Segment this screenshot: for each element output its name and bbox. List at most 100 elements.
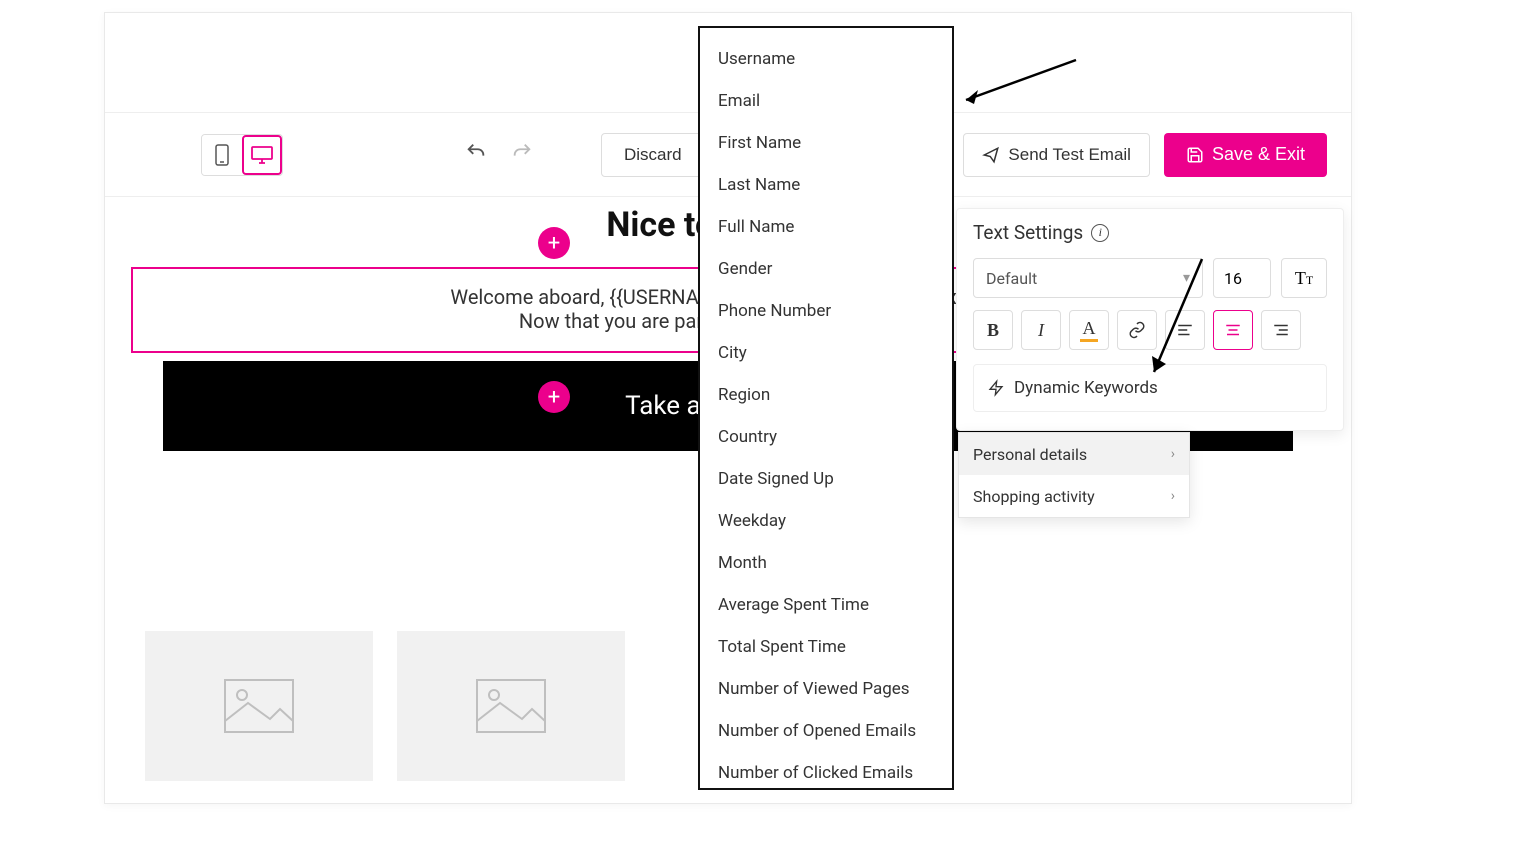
text-color-icon: A xyxy=(1083,319,1096,337)
flyout-item-shopping-activity[interactable]: Shopping activity › xyxy=(959,475,1189,517)
undo-button[interactable] xyxy=(465,141,487,169)
undo-redo-group xyxy=(465,141,533,169)
flyout-item-label: Personal details xyxy=(973,445,1087,464)
keyword-item[interactable]: Date Signed Up xyxy=(700,458,952,500)
image-placeholder[interactable] xyxy=(397,631,625,781)
keyword-item[interactable]: Number of Opened Emails xyxy=(700,710,952,752)
keyword-item[interactable]: City xyxy=(700,332,952,374)
keyword-item[interactable]: Total Spent Time xyxy=(700,626,952,668)
keyword-label: Email xyxy=(718,91,760,111)
chevron-right-icon: › xyxy=(1171,488,1175,504)
settings-title: Text Settings i xyxy=(973,221,1327,244)
font-size-value: 16 xyxy=(1224,269,1242,288)
redo-icon xyxy=(511,141,533,163)
plus-icon: + xyxy=(548,385,560,410)
keyword-label: Full Name xyxy=(718,217,794,237)
keywords-dropdown: Username Email First Name Last Name Full… xyxy=(698,26,954,790)
keyword-label: Total Spent Time xyxy=(718,637,846,657)
plus-icon: + xyxy=(548,231,560,256)
font-family-value: Default xyxy=(986,269,1037,288)
font-row: Default ▾ 16 TT xyxy=(973,258,1327,298)
keyword-label: Country xyxy=(718,427,777,447)
keyword-label: Month xyxy=(718,553,767,573)
keyword-item[interactable]: Username xyxy=(700,38,952,80)
font-family-select[interactable]: Default ▾ xyxy=(973,258,1203,298)
color-bar xyxy=(1080,339,1098,342)
align-right-icon xyxy=(1272,321,1290,339)
image-placeholder[interactable] xyxy=(145,631,373,781)
image-icon xyxy=(224,679,294,733)
text-transform-button[interactable]: TT xyxy=(1281,258,1327,298)
keyword-label: Username xyxy=(718,49,795,69)
bold-icon: B xyxy=(987,320,999,341)
save-exit-label: Save & Exit xyxy=(1212,144,1305,165)
keyword-item[interactable]: Weekday xyxy=(700,500,952,542)
keyword-item[interactable]: Last Name xyxy=(700,164,952,206)
font-size-input[interactable]: 16 xyxy=(1213,258,1271,298)
keyword-label: Number of Clicked Emails xyxy=(718,763,913,783)
link-button[interactable] xyxy=(1117,310,1157,350)
keyword-item[interactable]: First Name xyxy=(700,122,952,164)
keyword-item[interactable]: Average Spent Time xyxy=(700,584,952,626)
keyword-label: Number of Viewed Pages xyxy=(718,679,910,699)
align-center-button[interactable] xyxy=(1213,310,1253,350)
dynamic-keywords-button[interactable]: Dynamic Keywords xyxy=(973,364,1327,412)
keyword-item[interactable]: Phone Number xyxy=(700,290,952,332)
align-center-icon xyxy=(1224,321,1242,339)
dynamic-keywords-label: Dynamic Keywords xyxy=(1014,378,1158,398)
keyword-label: Number of Opened Emails xyxy=(718,721,916,741)
italic-button[interactable]: I xyxy=(1021,310,1061,350)
text-settings-panel: Text Settings i Default ▾ 16 TT B I A xyxy=(956,208,1344,431)
format-row: B I A xyxy=(973,310,1327,350)
keyword-item[interactable]: Number of Viewed Pages xyxy=(700,668,952,710)
keyword-label: Gender xyxy=(718,259,772,279)
keyword-item[interactable]: Gender xyxy=(700,248,952,290)
add-section-button-2[interactable]: + xyxy=(538,381,570,413)
toolbar-right: Send Test Email Save & Exit xyxy=(963,133,1327,177)
keyword-item[interactable]: Full Name xyxy=(700,206,952,248)
align-left-button[interactable] xyxy=(1165,310,1205,350)
keyword-item[interactable]: Month xyxy=(700,542,952,584)
desktop-icon xyxy=(251,146,273,164)
flyout-item-personal-details[interactable]: Personal details › xyxy=(959,433,1189,475)
bold-button[interactable]: B xyxy=(973,310,1013,350)
keyword-item[interactable]: Number of Clicked Emails xyxy=(700,752,952,790)
dynamic-keywords-flyout: Personal details › Shopping activity › xyxy=(958,432,1190,518)
add-section-button[interactable]: + xyxy=(538,227,570,259)
keyword-label: Average Spent Time xyxy=(718,595,869,615)
mobile-view-button[interactable] xyxy=(202,135,242,175)
undo-icon xyxy=(465,141,487,163)
chevron-down-icon: ▾ xyxy=(1183,270,1190,286)
italic-icon: I xyxy=(1038,320,1044,341)
keyword-label: Date Signed Up xyxy=(718,469,834,489)
keyword-label: City xyxy=(718,343,747,363)
info-icon[interactable]: i xyxy=(1091,224,1109,242)
link-icon xyxy=(1128,321,1146,339)
phone-icon xyxy=(215,144,229,166)
keyword-label: Last Name xyxy=(718,175,800,195)
align-right-button[interactable] xyxy=(1261,310,1301,350)
text-color-button[interactable]: A xyxy=(1069,310,1109,350)
send-test-email-button[interactable]: Send Test Email xyxy=(963,133,1150,177)
desktop-view-button[interactable] xyxy=(242,135,282,175)
keyword-item[interactable]: Region xyxy=(700,374,952,416)
save-exit-button[interactable]: Save & Exit xyxy=(1164,133,1327,177)
keyword-label: Phone Number xyxy=(718,301,831,321)
keyword-item[interactable]: Country xyxy=(700,416,952,458)
keyword-label: First Name xyxy=(718,133,801,153)
image-icon xyxy=(476,679,546,733)
lightning-icon xyxy=(988,379,1004,397)
send-test-label: Send Test Email xyxy=(1008,145,1131,165)
discard-button[interactable]: Discard xyxy=(601,133,705,177)
redo-button[interactable] xyxy=(511,141,533,169)
device-switch xyxy=(201,134,283,176)
keyword-item[interactable]: Email xyxy=(700,80,952,122)
chevron-right-icon: › xyxy=(1171,446,1175,462)
save-icon xyxy=(1186,146,1204,164)
settings-title-text: Text Settings xyxy=(973,221,1083,244)
align-left-icon xyxy=(1176,321,1194,339)
keyword-label: Weekday xyxy=(718,511,786,531)
flyout-item-label: Shopping activity xyxy=(973,487,1095,506)
keyword-label: Region xyxy=(718,385,770,405)
send-icon xyxy=(982,146,1000,164)
